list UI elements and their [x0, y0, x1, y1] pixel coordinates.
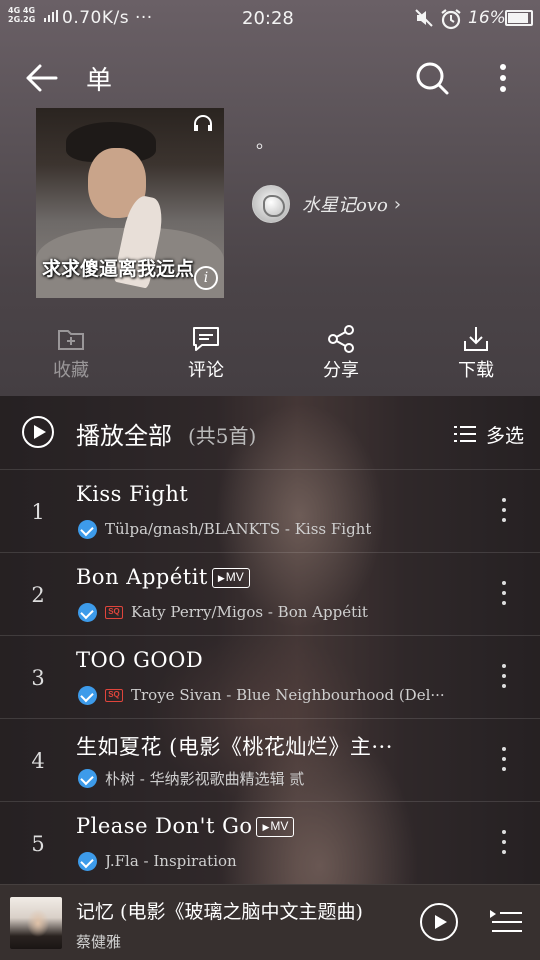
back-arrow-icon[interactable]	[24, 60, 60, 96]
network-speed: 0.70K/s ···	[62, 8, 153, 28]
song-subtitle: J.Fla - Inspiration	[78, 850, 237, 872]
share-label: 分享	[323, 360, 359, 381]
play-circle-icon[interactable]	[420, 903, 458, 941]
more-vertical-icon[interactable]	[496, 581, 512, 607]
song-subtitle: 朴树 - 华纳影视歌曲精选辑 贰	[78, 767, 304, 789]
more-vertical-icon[interactable]	[496, 830, 512, 856]
playlist-description: 。	[256, 132, 274, 153]
status-bar: 4G 4G 2G.2G 0.70K/s ··· 20:28 16%	[0, 0, 540, 38]
creator-name: 水星记ovo	[302, 195, 388, 216]
more-vertical-icon[interactable]	[488, 60, 518, 96]
song-title: Kiss Fight	[76, 482, 189, 506]
mute-icon	[415, 9, 433, 27]
playlist-cover[interactable]: 求求傻逼离我远点 i	[36, 108, 224, 298]
comment-button[interactable]: 评论	[142, 324, 270, 384]
song-meta: Katy Perry/Migos - Bon Appétit	[131, 603, 368, 621]
song-meta: J.Fla - Inspiration	[105, 852, 237, 870]
song-count: (共5首)	[188, 424, 257, 448]
list-icon	[454, 426, 476, 442]
battery-icon	[505, 10, 533, 26]
more-vertical-icon[interactable]	[496, 498, 512, 524]
song-meta: Tülpa/gnash/BLANKTS - Kiss Fight	[105, 520, 372, 538]
song-list: 1 Kiss Fight Tülpa/gnash/BLANKTS - Kiss …	[0, 470, 540, 885]
list-item[interactable]: 4 生如夏花 (电影《桃花灿烂》主··· 朴树 - 华纳影视歌曲精选辑 贰	[0, 719, 540, 802]
download-icon	[464, 327, 488, 351]
song-title: TOO GOOD	[76, 648, 204, 672]
battery-percent: 16%	[468, 8, 506, 28]
mini-player[interactable]: 记忆 (电影《玻璃之脑中文主题曲) 蔡健雅	[0, 884, 540, 960]
play-all-bar[interactable]: 播放全部 (共5首) 多选	[0, 398, 540, 470]
verified-check-icon	[78, 685, 97, 705]
more-vertical-icon[interactable]	[496, 747, 512, 773]
song-subtitle: Tülpa/gnash/BLANKTS - Kiss Fight	[78, 518, 371, 540]
cover-caption: 求求傻逼离我远点	[42, 258, 195, 280]
headphones-icon	[194, 115, 212, 131]
collect-label: 收藏	[53, 360, 89, 381]
sq-quality-icon: SQ	[105, 605, 123, 619]
signal-icon	[44, 10, 58, 22]
now-playing-artist: 蔡健雅	[76, 933, 122, 951]
song-title: Bon AppétitMV	[76, 565, 250, 589]
playlist-queue-icon[interactable]	[488, 907, 524, 937]
creator-link[interactable]: 水星记ovo ›	[252, 184, 401, 224]
now-playing-title: 记忆 (电影《玻璃之脑中文主题曲)	[76, 901, 363, 923]
action-bar: 收藏 评论 分享 下载	[0, 324, 540, 384]
list-item[interactable]: 5 Please Don't GoMV J.Fla - Inspiration	[0, 802, 540, 885]
song-index: 3	[31, 666, 45, 690]
list-item[interactable]: 1 Kiss Fight Tülpa/gnash/BLANKTS - Kiss …	[0, 470, 540, 553]
comment-label: 评论	[188, 360, 224, 381]
clock: 20:28	[242, 8, 294, 29]
page-title: 单	[86, 66, 113, 96]
alarm-icon	[441, 9, 461, 30]
song-index: 1	[31, 500, 45, 524]
comment-icon	[193, 327, 219, 351]
song-index: 2	[31, 583, 45, 607]
network-type: 4G 4G 2G.2G	[8, 6, 36, 24]
avatar	[252, 185, 290, 223]
verified-check-icon	[78, 519, 97, 539]
song-title: Please Don't GoMV	[76, 814, 295, 838]
list-item[interactable]: 2 Bon AppétitMV SQ Katy Perry/Migos - Bo…	[0, 553, 540, 636]
play-all-label: 播放全部	[76, 422, 172, 450]
play-circle-icon[interactable]	[22, 416, 54, 448]
mv-badge[interactable]: MV	[211, 568, 250, 588]
song-meta: 朴树 - 华纳影视歌曲精选辑 贰	[105, 769, 305, 788]
info-icon[interactable]: i	[194, 266, 218, 290]
now-playing-cover[interactable]	[10, 897, 62, 949]
mv-badge[interactable]: MV	[256, 817, 295, 837]
song-index: 5	[31, 832, 45, 856]
folder-icon	[58, 330, 84, 350]
share-icon	[328, 325, 354, 353]
multi-select-label: 多选	[486, 424, 525, 447]
sq-quality-icon: SQ	[105, 688, 123, 702]
verified-check-icon	[78, 768, 97, 788]
download-label: 下载	[458, 360, 494, 381]
more-vertical-icon[interactable]	[496, 664, 512, 690]
multi-select-button[interactable]: 多选	[454, 420, 524, 448]
search-icon[interactable]	[414, 60, 450, 96]
song-index: 4	[31, 749, 45, 773]
share-button[interactable]: 分享	[277, 324, 405, 384]
chevron-right-icon: ›	[393, 193, 402, 215]
list-item[interactable]: 3 TOO GOOD SQ Troye Sivan - Blue Neighbo…	[0, 636, 540, 719]
verified-check-icon	[78, 602, 97, 622]
song-title: 生如夏花 (电影《桃花灿烂》主···	[76, 735, 393, 759]
top-bar: 单	[0, 52, 540, 104]
collect-button[interactable]: 收藏	[7, 324, 135, 384]
download-button[interactable]: 下载	[412, 324, 540, 384]
song-subtitle: SQ Katy Perry/Migos - Bon Appétit	[78, 601, 368, 623]
song-meta: Troye Sivan - Blue Neighbourhood (Del···	[131, 686, 445, 704]
verified-check-icon	[78, 851, 97, 871]
song-subtitle: SQ Troye Sivan - Blue Neighbourhood (Del…	[78, 684, 445, 706]
